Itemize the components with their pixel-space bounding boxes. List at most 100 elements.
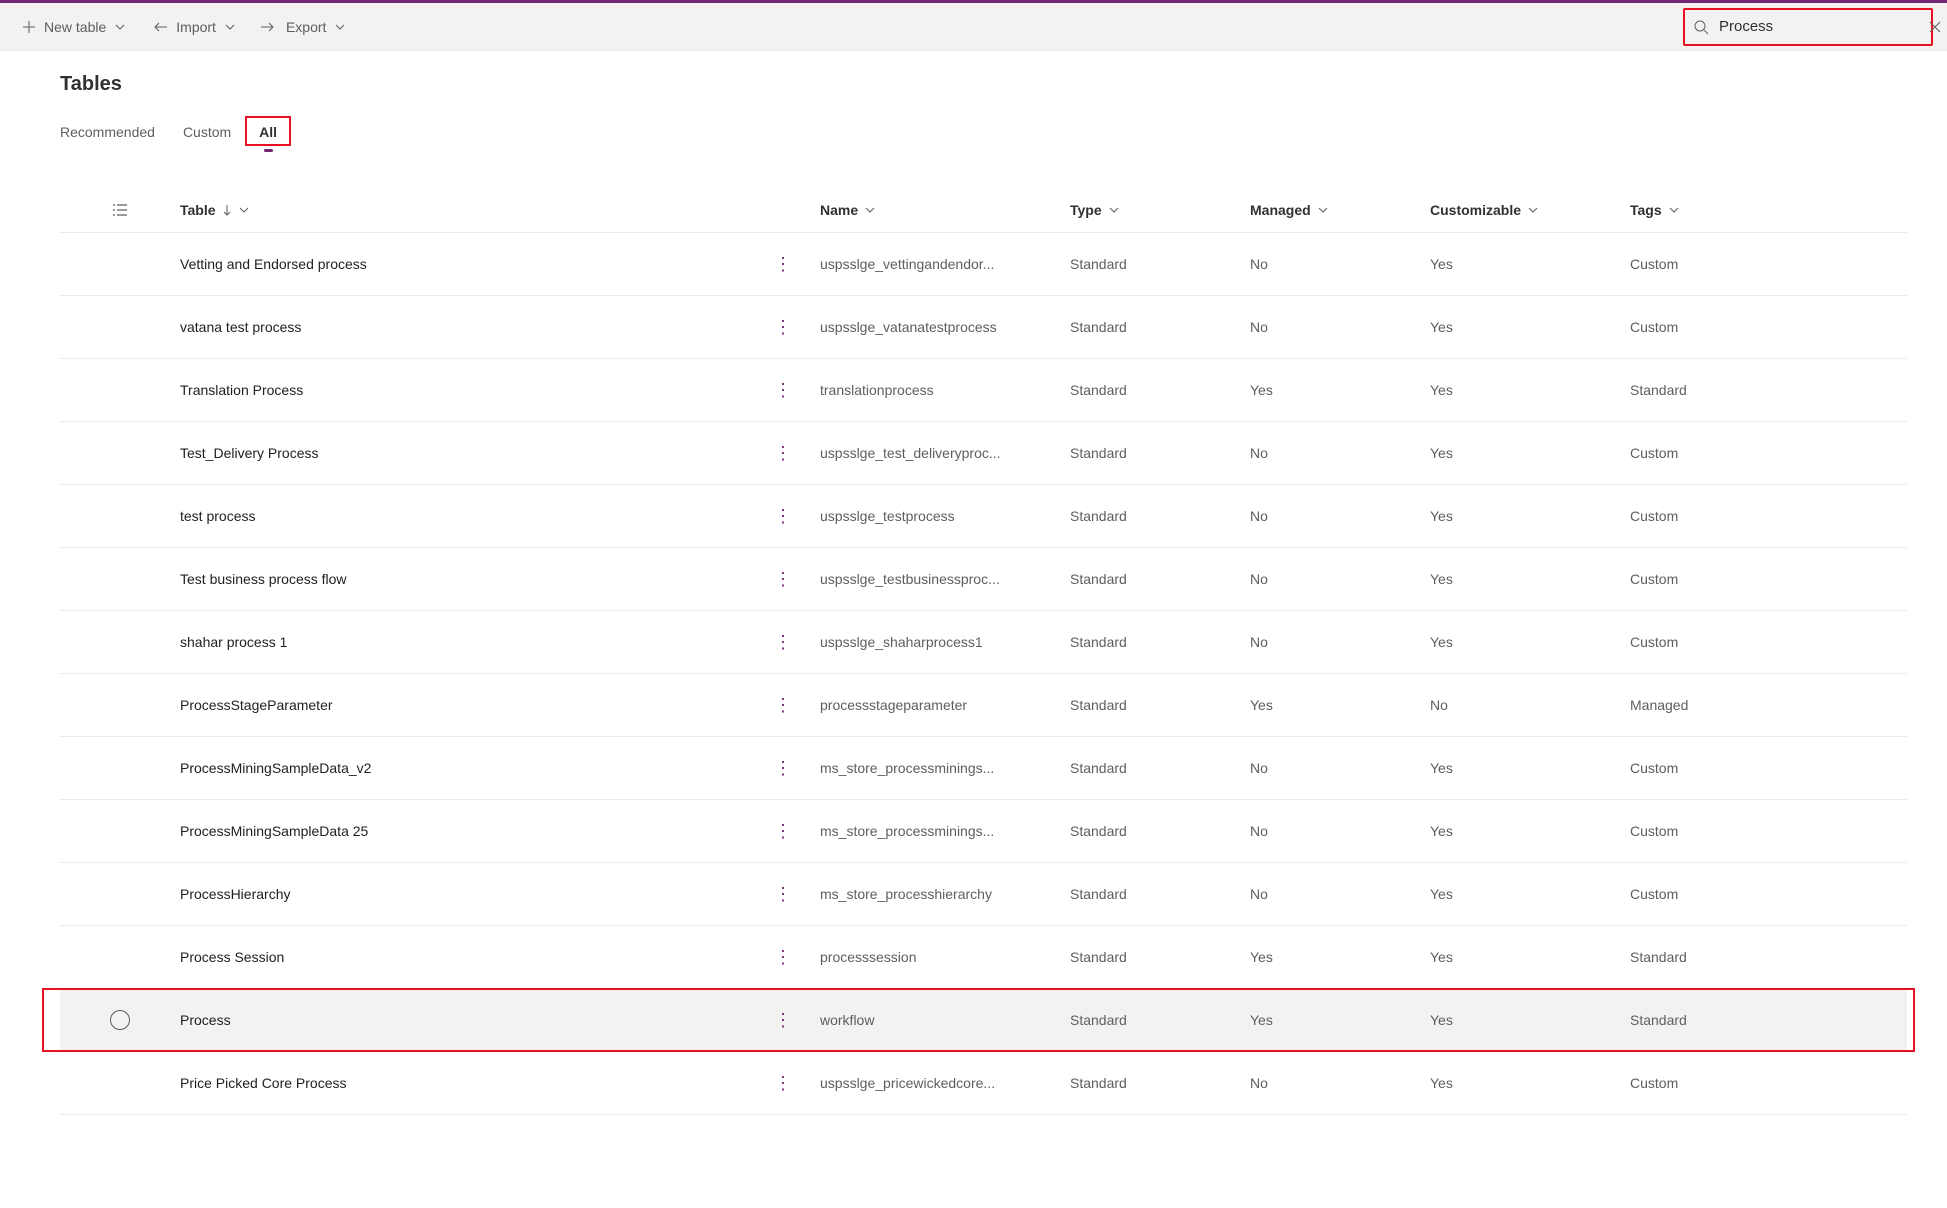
search-icon [1693, 19, 1709, 35]
more-actions-icon[interactable]: ⋮ [768, 1010, 798, 1031]
table-name[interactable]: ProcessMiningSampleData_v2 [180, 760, 371, 776]
cell-managed: No [1250, 571, 1430, 587]
table-row[interactable]: ProcessMiningSampleData_v2⋮ms_store_proc… [60, 737, 1907, 800]
cell-name: workflow [820, 1012, 1040, 1028]
table-row[interactable]: test process⋮uspsslge_testprocessStandar… [60, 485, 1907, 548]
col-managed[interactable]: Managed [1250, 202, 1430, 218]
cell-type: Standard [1070, 382, 1250, 398]
cell-table: vatana test process ⋮ [180, 317, 820, 338]
table-row[interactable]: ProcessMiningSampleData 25⋮ms_store_proc… [60, 800, 1907, 863]
table-name[interactable]: Process Session [180, 949, 284, 965]
cell-managed: Yes [1250, 949, 1430, 965]
cell-customizable: Yes [1430, 886, 1630, 902]
cell-managed: Yes [1250, 1012, 1430, 1028]
cell-table: Price Picked Core Process ⋮ [180, 1073, 820, 1094]
table-name[interactable]: shahar process 1 [180, 634, 287, 650]
tab-all-label: All [245, 116, 291, 146]
cell-tags: Managed [1630, 697, 1830, 713]
search-input[interactable] [1719, 18, 1918, 35]
table-row[interactable]: vatana test process ⋮ uspsslge_vatanatestp… [60, 296, 1907, 359]
table-name[interactable]: ProcessStageParameter [180, 697, 333, 713]
cell-tags: Custom [1630, 571, 1830, 587]
table-name[interactable]: Test business process flow [180, 571, 347, 587]
cell-name: processstageparameter [820, 697, 1040, 713]
cell-managed: No [1250, 823, 1430, 839]
table-row[interactable]: shahar process 1 ⋮ uspsslge_shaharprocess1… [60, 611, 1907, 674]
table-name[interactable]: ProcessMiningSampleData 25 [180, 823, 368, 839]
table-row[interactable]: Test_Delivery Process⋮uspsslge_test_deli… [60, 422, 1907, 485]
cell-customizable: Yes [1430, 382, 1630, 398]
list-view-icon[interactable] [60, 203, 180, 217]
table-row[interactable]: Test business process flow ⋮ uspsslge_test… [60, 548, 1907, 611]
table-name[interactable]: vatana test process [180, 319, 301, 335]
row-select[interactable] [60, 1010, 180, 1030]
import-label: Import [176, 19, 216, 35]
chevron-down-icon [1317, 204, 1329, 216]
more-actions-icon[interactable]: ⋮ [768, 317, 798, 338]
more-actions-icon[interactable]: ⋮ [768, 758, 798, 779]
cell-type: Standard [1070, 949, 1250, 965]
more-actions-icon[interactable]: ⋮ [768, 1073, 798, 1094]
table-row[interactable]: ProcessHierarchy⋮ms_store_processhierarc… [60, 863, 1907, 926]
col-table[interactable]: Table [180, 202, 820, 218]
cell-type: Standard [1070, 823, 1250, 839]
cell-table: Process Session ⋮ [180, 947, 820, 968]
cell-tags: Custom [1630, 760, 1830, 776]
more-actions-icon[interactable]: ⋮ [768, 632, 798, 653]
more-actions-icon[interactable]: ⋮ [768, 380, 798, 401]
export-button[interactable]: Export [248, 5, 358, 49]
cell-name: translationprocess [820, 382, 1040, 398]
cell-name: uspsslge_shaharprocess1 [820, 634, 1040, 650]
cell-name: uspsslge_vatanatestprocess [820, 319, 1040, 335]
more-actions-icon[interactable]: ⋮ [768, 443, 798, 464]
col-type[interactable]: Type [1070, 202, 1250, 218]
table-name[interactable]: Vetting and Endorsed process [180, 256, 367, 272]
more-actions-icon[interactable]: ⋮ [768, 695, 798, 716]
cell-name: uspsslge_testbusinessproc... [820, 571, 1040, 587]
new-table-button[interactable]: New table [10, 5, 138, 49]
more-actions-icon[interactable]: ⋮ [768, 947, 798, 968]
table-row[interactable]: Vetting and Endorsed process⋮uspsslge_ve… [60, 233, 1907, 296]
col-customizable[interactable]: Customizable [1430, 202, 1630, 218]
col-tags[interactable]: Tags [1630, 202, 1830, 218]
table-name[interactable]: ProcessHierarchy [180, 886, 290, 902]
more-actions-icon[interactable]: ⋮ [768, 821, 798, 842]
table-row[interactable]: Process Session⋮processsessionStandardYe… [60, 926, 1907, 989]
import-button[interactable]: Import [138, 5, 248, 49]
table-name[interactable]: Translation Process [180, 382, 303, 398]
clear-search-icon[interactable] [1928, 20, 1942, 34]
cell-managed: No [1250, 508, 1430, 524]
table-name[interactable]: Test_Delivery Process [180, 445, 319, 461]
tab-recommended[interactable]: Recommended [60, 114, 155, 152]
search-box[interactable] [1683, 8, 1933, 46]
cell-tags: Custom [1630, 1075, 1830, 1091]
more-actions-icon[interactable]: ⋮ [768, 254, 798, 275]
table-name[interactable]: Price Picked Core Process [180, 1075, 347, 1091]
more-actions-icon[interactable]: ⋮ [768, 569, 798, 590]
cell-table: Process ⋮ [180, 1010, 820, 1031]
more-actions-icon[interactable]: ⋮ [768, 884, 798, 905]
cell-table: Vetting and Endorsed process ⋮ [180, 254, 820, 275]
chevron-down-icon [334, 21, 346, 33]
table-name[interactable]: Process [180, 1012, 231, 1028]
tab-all[interactable]: All [259, 114, 277, 152]
cell-type: Standard [1070, 697, 1250, 713]
radio-icon[interactable] [110, 1010, 130, 1030]
tabs: Recommended Custom All [60, 114, 1907, 153]
table-row[interactable]: Price Picked Core Process⋮uspsslge_price… [60, 1052, 1907, 1115]
sort-down-icon [222, 204, 232, 216]
cell-type: Standard [1070, 571, 1250, 587]
table-row[interactable]: ProcessStageParameter ⋮ processstageparame… [60, 674, 1907, 737]
table-row[interactable]: Process⋮workflowStandardYesYesStandard [60, 989, 1907, 1052]
table-row[interactable]: Translation Process ⋮ translationprocess St… [60, 359, 1907, 422]
table-name[interactable]: test process [180, 508, 255, 524]
cell-customizable: Yes [1430, 760, 1630, 776]
tab-custom[interactable]: Custom [183, 114, 231, 152]
more-actions-icon[interactable]: ⋮ [768, 506, 798, 527]
cell-customizable: Yes [1430, 634, 1630, 650]
cell-type: Standard [1070, 1012, 1250, 1028]
chevron-down-icon [1108, 204, 1120, 216]
cell-tags: Standard [1630, 1012, 1830, 1028]
col-name[interactable]: Name [820, 202, 1070, 218]
cell-name: uspsslge_testprocess [820, 508, 1040, 524]
